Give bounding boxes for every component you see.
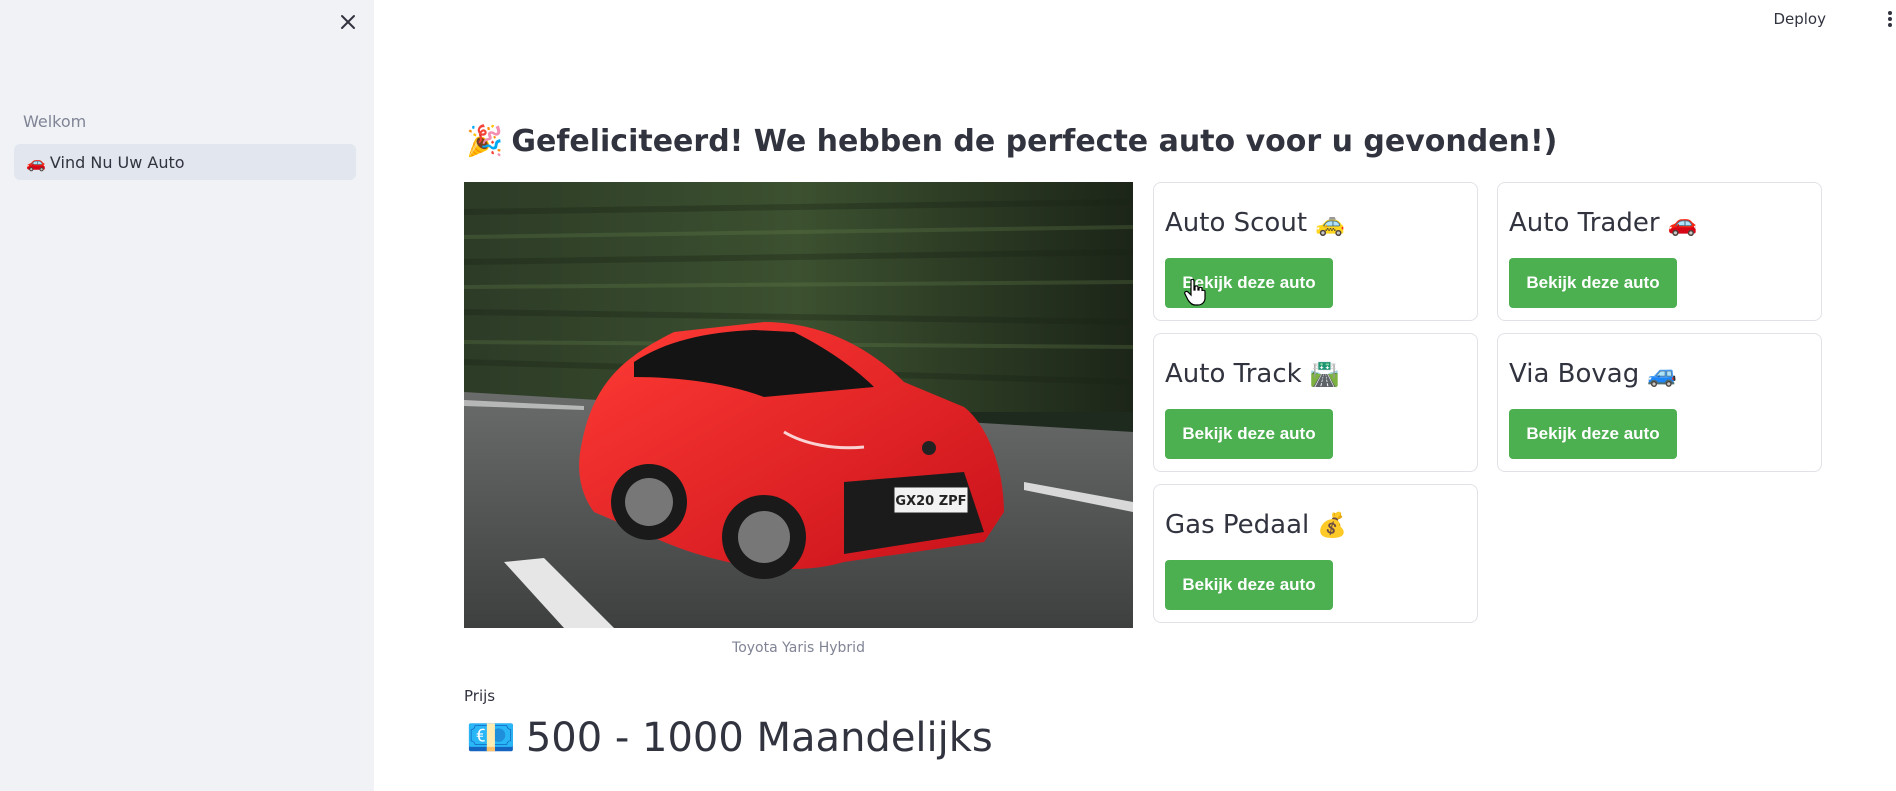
card-title: Auto Trader 🚗 (1509, 208, 1697, 238)
nav-group-label: Welkom (23, 112, 87, 131)
suv-icon: 🚙 (1647, 360, 1678, 388)
motorway-icon: 🛣️ (1309, 360, 1340, 388)
card-title-text: Auto Scout (1165, 208, 1308, 238)
kebab-menu-icon[interactable] (1884, 6, 1896, 32)
taxi-icon: 🚕 (1315, 209, 1345, 237)
card-title: Via Bovag 🚙 (1509, 359, 1677, 389)
page-title-text: Gefeliciteerd! We hebben de perfecte aut… (511, 124, 1558, 159)
view-car-button[interactable]: Bekijk deze auto (1509, 258, 1677, 308)
card-title-text: Via Bovag (1509, 359, 1640, 389)
sidebar: Welkom 🚗 Vind Nu Uw Auto (0, 0, 374, 791)
kebab-dot (1888, 17, 1892, 21)
card-title-text: Auto Trader (1509, 208, 1660, 238)
card-title: Auto Scout 🚕 (1165, 208, 1345, 238)
money-bag-icon: 💰 (1317, 511, 1348, 539)
card-title: Gas Pedaal 💰 (1165, 510, 1347, 540)
price-label: Prijs (464, 687, 496, 705)
sidebar-item-vind-nu-uw-auto[interactable]: 🚗 Vind Nu Uw Auto (14, 144, 356, 180)
card-auto-track: Auto Track 🛣️ Bekijk deze auto (1153, 333, 1478, 472)
price-value: 💶 500 - 1000 Maandelijks (466, 714, 993, 761)
card-title-text: Auto Track (1165, 359, 1302, 389)
deploy-button[interactable]: Deploy (1767, 8, 1832, 30)
price-value-text: 500 - 1000 Maandelijks (525, 715, 993, 761)
card-via-bovag: Via Bovag 🚙 Bekijk deze auto (1497, 333, 1822, 472)
euro-banknote-icon: 💶 (466, 715, 516, 761)
kebab-dot (1888, 11, 1892, 15)
view-car-button[interactable]: Bekijk deze auto (1509, 409, 1677, 459)
card-auto-trader: Auto Trader 🚗 Bekijk deze auto (1497, 182, 1822, 321)
card-title-text: Gas Pedaal (1165, 510, 1310, 540)
sidebar-item-label: Vind Nu Uw Auto (49, 152, 185, 172)
license-plate: GX20 ZPF (895, 494, 966, 509)
hand-cursor-icon (1184, 278, 1206, 306)
card-title: Auto Track 🛣️ (1165, 359, 1340, 389)
page-title: 🎉 Gefeliciteerd! We hebben de perfecte au… (466, 124, 1557, 159)
car-image: GX20 ZPF (464, 182, 1133, 628)
party-popper-icon: 🎉 (466, 124, 504, 159)
image-caption: Toyota Yaris Hybrid (732, 640, 865, 656)
close-icon (341, 15, 355, 29)
kebab-dot (1888, 23, 1892, 27)
close-sidebar-button[interactable] (334, 8, 362, 36)
car-icon: 🚗 (1667, 209, 1698, 237)
card-gas-pedaal: Gas Pedaal 💰 Bekijk deze auto (1153, 484, 1478, 623)
car-icon: 🚗 (26, 152, 46, 172)
view-car-button[interactable]: Bekijk deze auto (1165, 409, 1333, 459)
view-car-button[interactable]: Bekijk deze auto (1165, 560, 1333, 610)
top-bar: Deploy (374, 0, 1896, 40)
